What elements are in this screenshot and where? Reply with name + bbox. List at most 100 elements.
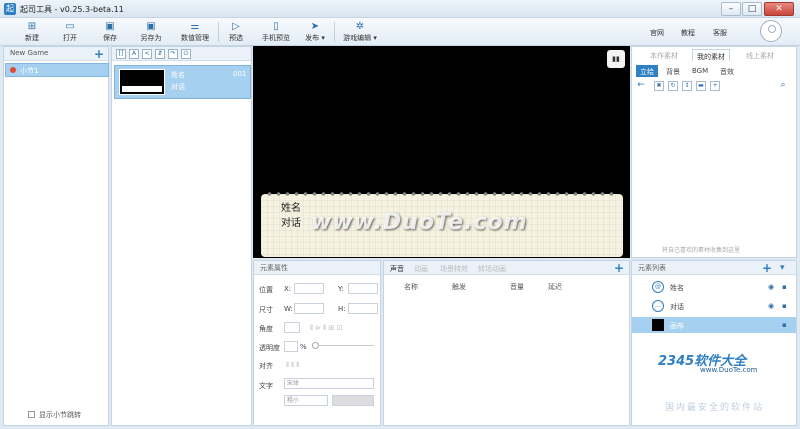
- scene-panel: New Game + 小节1: [3, 46, 109, 426]
- folder-icon[interactable]: ▬: [696, 81, 706, 91]
- flip-icons[interactable]: ⫴ ⊳ ⫴ ⊞ ⊡: [310, 324, 342, 333]
- site-logo-slogan: 国内最安全的软件站: [665, 403, 765, 413]
- y-input[interactable]: [348, 283, 378, 294]
- open-button[interactable]: ▭ 打开: [56, 20, 84, 44]
- w-input[interactable]: [294, 303, 324, 314]
- toolbar-separator: [218, 22, 219, 42]
- size-label: 尺寸: [259, 306, 273, 314]
- save-icon: ▣: [105, 21, 115, 32]
- h-label: H:: [338, 305, 346, 313]
- opacity-slider-track[interactable]: [312, 345, 374, 346]
- plus-square-icon: ⊞: [27, 21, 37, 32]
- font-size-select[interactable]: 粗小: [284, 395, 328, 406]
- title-bar: 起 起司工具 - v0.25.3-beta.11 – □ ✕: [0, 0, 800, 18]
- scene-item[interactable]: 小节1: [5, 63, 109, 77]
- element-row-dialog[interactable]: … 对话 ◉ ▪: [632, 298, 796, 314]
- font-select[interactable]: 宋体: [284, 378, 374, 389]
- node-thumbnail: [119, 69, 165, 95]
- minimize-button[interactable]: –: [721, 2, 741, 16]
- value-manage-button[interactable]: ⚌ 数值管理: [178, 20, 212, 44]
- scene-label: 小节1: [20, 67, 39, 75]
- stage-dialog-text[interactable]: 对话: [281, 214, 301, 229]
- checkbox-icon[interactable]: [28, 411, 35, 418]
- preview-button[interactable]: ▷ 预选: [224, 20, 248, 44]
- tab-project-materials[interactable]: 本作素材: [646, 49, 682, 61]
- y-label: Y:: [338, 285, 344, 293]
- new-button[interactable]: ⊞ 新建: [18, 20, 46, 44]
- save-button[interactable]: ▣ 保存: [96, 20, 124, 44]
- angle-label: 角度: [259, 325, 273, 333]
- h-input[interactable]: [348, 303, 378, 314]
- lock-icon[interactable]: ▪: [782, 302, 787, 310]
- attributes-title: 元素属性: [254, 261, 380, 275]
- maximize-button[interactable]: □: [742, 2, 762, 16]
- sort-icon[interactable]: ↕: [682, 81, 692, 91]
- tab-animation[interactable]: 动画: [414, 264, 428, 274]
- publish-button[interactable]: ➤ 发布 ▾: [302, 20, 328, 44]
- lock-icon[interactable]: ▪: [782, 283, 787, 291]
- eye-icon[interactable]: ◉: [768, 283, 774, 291]
- show-scene-jump-toggle[interactable]: 显示小节跳转: [28, 410, 81, 420]
- x-label: X:: [284, 285, 292, 293]
- lock-icon[interactable]: ▪: [782, 321, 787, 329]
- notebook-icon[interactable]: ▮▮: [607, 50, 625, 68]
- angle-input[interactable]: [284, 322, 300, 333]
- link-official-site[interactable]: 官网: [650, 28, 664, 38]
- toolbar: ⊞ 新建 ▭ 打开 ▣ 保存 ▣ 另存为 ⚌ 数值管理 ▷ 预选 ▯ 手机预览 ➤ 发布 ▾ ✲…: [0, 18, 800, 46]
- attributes-panel: 元素属性 位置 X: Y: 尺寸 W: H: 角度 ⫴ ⊳ ⫴ ⊞ ⊡ 透明度 …: [253, 260, 381, 426]
- align-icons[interactable]: ⫴ ⫴ ⫴: [286, 361, 299, 370]
- add-scene-icon[interactable]: +: [94, 48, 104, 60]
- subtab-sound-effect[interactable]: 音效: [716, 65, 738, 77]
- dialog-box[interactable]: 姓名 对话 www.DuoTe.com: [261, 190, 623, 257]
- collapse-icon[interactable]: ▾: [780, 263, 785, 273]
- sound-panel: 声音 动画 场景特效 转场动画 + 名称 触发 音量 延迟: [383, 260, 630, 426]
- branch-icon[interactable]: ⇵: [155, 49, 165, 59]
- user-avatar[interactable]: [760, 20, 782, 42]
- jump-icon[interactable]: ↷: [168, 49, 178, 59]
- watermark-text: www.DuoTe.com: [311, 210, 528, 235]
- link-support[interactable]: 客服: [713, 28, 727, 38]
- share-icon[interactable]: <: [142, 49, 152, 59]
- send-icon: ➤: [310, 21, 320, 32]
- subtab-background[interactable]: 背景: [662, 65, 684, 77]
- column-volume: 音量: [510, 283, 524, 291]
- x-input[interactable]: [294, 283, 324, 294]
- subtab-portrait[interactable]: 立绘: [636, 65, 658, 77]
- opacity-input[interactable]: [284, 341, 298, 352]
- eye-icon[interactable]: ◉: [768, 302, 774, 310]
- add-icon[interactable]: +: [710, 81, 720, 91]
- tab-my-materials[interactable]: 我的素材: [692, 49, 730, 61]
- trash-icon[interactable]: ✖: [654, 81, 664, 91]
- node-item[interactable]: 姓名 对话 001: [114, 65, 251, 99]
- subtab-bgm[interactable]: BGM: [688, 65, 712, 77]
- game-edit-button[interactable]: ✲ 游戏编辑 ▾: [340, 20, 380, 44]
- bracket-icon[interactable]: []: [116, 49, 126, 59]
- add-element-icon[interactable]: +: [762, 262, 772, 274]
- close-button[interactable]: ✕: [764, 2, 794, 16]
- power-icon[interactable]: ⏻: [181, 49, 191, 59]
- add-sound-icon[interactable]: +: [614, 262, 624, 274]
- text-color-swatch[interactable]: [332, 395, 374, 406]
- node-panel: [] A < ⇵ ↷ ⏻ 姓名 对话 001: [111, 46, 252, 426]
- save-as-icon: ▣: [146, 21, 156, 32]
- align-label: 对齐: [259, 362, 273, 370]
- stage-canvas[interactable]: ▮▮ 姓名 对话 www.DuoTe.com: [253, 46, 630, 258]
- tab-sound[interactable]: 声音: [390, 264, 404, 274]
- folder-icon: ▭: [65, 21, 75, 32]
- position-label: 位置: [259, 286, 273, 294]
- mobile-preview-button[interactable]: ▯ 手机预览: [259, 20, 293, 44]
- save-as-button[interactable]: ▣ 另存为: [136, 20, 166, 44]
- tab-transition[interactable]: 转场动画: [478, 264, 506, 274]
- link-tutorial[interactable]: 教程: [681, 28, 695, 38]
- element-row-name[interactable]: @ 姓名 ◉ ▪: [632, 279, 796, 295]
- element-row-canvas[interactable]: 画布 ▪: [632, 317, 796, 333]
- search-icon[interactable]: ⌕: [778, 81, 788, 91]
- stage-name-text[interactable]: 姓名: [281, 199, 301, 214]
- tab-scene-effects[interactable]: 场景特效: [440, 264, 468, 274]
- back-arrow-icon[interactable]: ←: [636, 81, 646, 91]
- tab-online-materials[interactable]: 线上素材: [742, 49, 778, 61]
- opacity-slider-knob[interactable]: [312, 342, 319, 349]
- refresh-icon[interactable]: ↻: [668, 81, 678, 91]
- text-icon[interactable]: A: [129, 49, 139, 59]
- column-name: 名称: [404, 283, 418, 291]
